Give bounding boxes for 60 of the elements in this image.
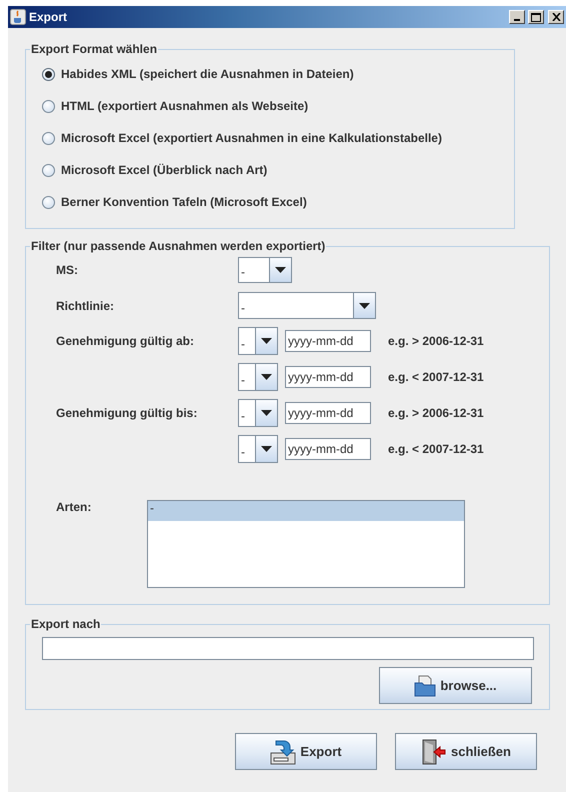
dropdown-arrow-icon [275, 267, 286, 273]
group-title: Export nach [30, 617, 102, 631]
dropdown-arrow-icon [261, 338, 272, 344]
dropdown-button[interactable] [255, 328, 277, 354]
export-button[interactable]: Export [235, 733, 377, 770]
field-label: Arten: [56, 500, 92, 516]
format-option[interactable]: Microsoft Excel (exportiert Ausnahmen in eine Kalkulationstabelle) [42, 122, 442, 154]
date-field[interactable]: yyyy-mm-dd [285, 402, 371, 424]
format-option[interactable]: Habides XML (speichert die Ausnahmen in Dateien) [42, 58, 354, 90]
dropdown[interactable]: - [238, 257, 292, 283]
dropdown[interactable]: - [238, 327, 278, 355]
radio-button[interactable] [42, 196, 55, 208]
dropdown-button[interactable] [255, 400, 277, 426]
window-title: Export [29, 10, 68, 24]
dropdown-button[interactable] [353, 293, 375, 318]
group-title: Export Format wählen [30, 42, 158, 56]
close-dialog-button[interactable]: schließen [395, 733, 537, 770]
dropdown[interactable]: - [238, 435, 278, 463]
close-button[interactable] [548, 10, 564, 24]
dropdown[interactable]: - [238, 292, 376, 319]
folder-icon [414, 674, 436, 696]
date-field[interactable]: yyyy-mm-dd [285, 438, 371, 460]
dropdown-arrow-icon [261, 446, 272, 452]
dropdown-arrow-icon [359, 302, 370, 308]
field-label: Genehmigung gültig bis: [56, 406, 198, 420]
field-label: MS: [56, 263, 78, 277]
species-list[interactable]: - [147, 500, 465, 588]
path-field[interactable] [42, 637, 534, 660]
list-item[interactable]: - [148, 501, 464, 521]
dropdown-button[interactable] [255, 364, 277, 390]
dropdown-arrow-icon [261, 374, 272, 380]
maximize-icon [531, 12, 541, 22]
dropdown[interactable]: - [238, 363, 278, 391]
date-hint: e.g. > 2006-12-31 [388, 406, 484, 420]
radio-button[interactable] [42, 68, 55, 80]
date-hint: e.g. < 2007-12-31 [388, 442, 484, 456]
close-icon [552, 13, 560, 21]
export-icon [270, 738, 296, 764]
format-option[interactable]: Microsoft Excel (Überblick nach Art) [42, 154, 268, 186]
exit-door-icon [421, 738, 448, 764]
field-label: Genehmigung gültig ab: [56, 334, 194, 348]
radio-button[interactable] [42, 132, 55, 144]
format-option[interactable]: Berner Konvention Tafeln (Microsoft Excel) [42, 186, 307, 218]
date-hint: e.g. > 2006-12-31 [388, 334, 484, 348]
field-label: Richtlinie: [56, 298, 114, 312]
minimize-button[interactable] [509, 10, 525, 24]
dropdown-button[interactable] [255, 436, 277, 462]
browse-button[interactable]: browse... [379, 667, 532, 704]
format-option[interactable]: HTML (exportiert Ausnahmen als Webseite) [42, 90, 308, 122]
coffee-cup-icon [10, 9, 26, 25]
date-hint: e.g. < 2007-12-31 [388, 370, 484, 384]
date-field[interactable]: yyyy-mm-dd [285, 330, 371, 352]
dropdown-arrow-icon [261, 410, 272, 416]
dropdown-button[interactable] [269, 258, 291, 282]
date-field[interactable]: yyyy-mm-dd [285, 366, 371, 388]
group-title: Filter (nur passende Ausnahmen werden exportiert) [30, 239, 326, 253]
dropdown[interactable]: - [238, 399, 278, 427]
maximize-button[interactable] [528, 10, 544, 24]
radio-button[interactable] [42, 164, 55, 176]
radio-button[interactable] [42, 100, 55, 112]
